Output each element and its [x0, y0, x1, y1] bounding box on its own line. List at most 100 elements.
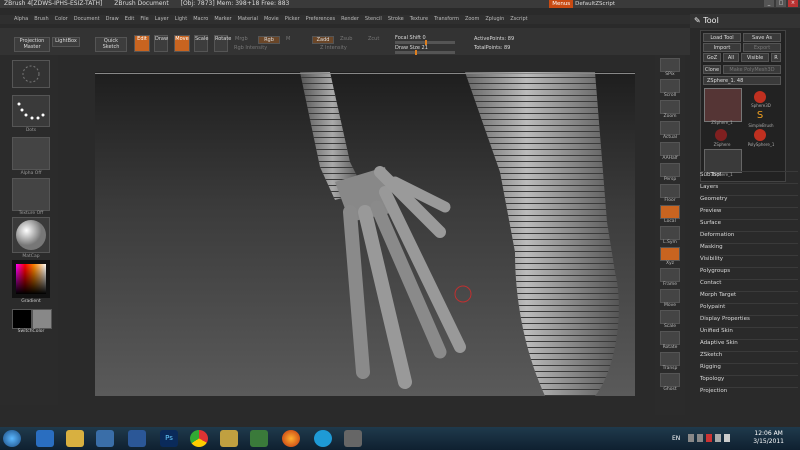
frame-button[interactable]: [660, 268, 680, 282]
export-button[interactable]: Export: [743, 43, 781, 52]
zbrush-icon[interactable]: [344, 430, 362, 447]
focal-shift-slider[interactable]: [395, 40, 455, 45]
ghost-button[interactable]: [660, 373, 680, 387]
menu-picker[interactable]: Picker: [285, 15, 300, 24]
tool-menu-adaptive-skin[interactable]: Adaptive Skin: [700, 339, 798, 346]
tool-menu-preview[interactable]: Preview: [700, 207, 798, 214]
menu-zplugin[interactable]: Zplugin: [485, 15, 504, 24]
menu-zscript[interactable]: Zscript: [510, 15, 527, 24]
menu-draw[interactable]: Draw: [106, 15, 119, 24]
texture-selector[interactable]: [12, 178, 50, 211]
tool-menu-geometry[interactable]: Geometry: [700, 195, 798, 202]
menu-zoom[interactable]: Zoom: [465, 15, 479, 24]
skype-icon[interactable]: [314, 430, 332, 447]
menu-movie[interactable]: Movie: [264, 15, 279, 24]
rgb-intensity-label[interactable]: Rgb Intensity: [234, 45, 267, 51]
menu-preferences[interactable]: Preferences: [306, 15, 335, 24]
minimize-button[interactable]: _: [764, 0, 774, 7]
menu-brush[interactable]: Brush: [34, 15, 48, 24]
rotate-button[interactable]: [660, 331, 680, 345]
tool-menu-unified-skin[interactable]: Unified Skin: [700, 327, 798, 334]
menu-render[interactable]: Render: [341, 15, 359, 24]
draw-button[interactable]: Draw: [154, 35, 168, 52]
projection-master-button[interactable]: Projection Master: [14, 37, 50, 52]
load-tool-button[interactable]: Load Tool: [703, 33, 741, 42]
internet-explorer-icon[interactable]: [36, 430, 54, 447]
rgb-toggle[interactable]: Rgb: [258, 36, 280, 44]
tool-thumb-zsphere-current[interactable]: [704, 88, 742, 122]
actual-button[interactable]: [660, 121, 680, 135]
file-explorer-icon[interactable]: [66, 430, 84, 447]
firefox-icon[interactable]: [282, 430, 300, 447]
current-tool-slider[interactable]: ZSphere_1. 48: [703, 76, 781, 85]
default-zscript-button[interactable]: DefaultZScript: [575, 0, 615, 8]
color-picker[interactable]: [12, 260, 50, 298]
scale-button[interactable]: [660, 310, 680, 324]
volume-icon[interactable]: [724, 434, 730, 442]
zadd-toggle[interactable]: Zadd: [312, 36, 334, 44]
menu-stencil[interactable]: Stencil: [365, 15, 382, 24]
main-color-swatch[interactable]: [12, 309, 32, 329]
tool-menu-morph-target[interactable]: Morph Target: [700, 291, 798, 298]
menu-marker[interactable]: Marker: [214, 15, 231, 24]
menu-file[interactable]: File: [140, 15, 148, 24]
goz-r-button[interactable]: R: [771, 53, 781, 62]
menu-light[interactable]: Light: [175, 15, 187, 24]
tray-alert-icon[interactable]: [706, 434, 712, 442]
menu-texture[interactable]: Texture: [410, 15, 428, 24]
save-as-button[interactable]: Save As: [743, 33, 781, 42]
move-button[interactable]: Move: [174, 35, 190, 52]
aahalf-button[interactable]: [660, 142, 680, 156]
goz-visible-button[interactable]: Visible: [741, 53, 769, 62]
menu-macro[interactable]: Macro: [193, 15, 208, 24]
sphere3d-thumb-icon[interactable]: [754, 91, 766, 103]
menu-color[interactable]: Color: [55, 15, 68, 24]
goz-button[interactable]: GoZ: [703, 53, 721, 62]
tray-up-arrow-icon[interactable]: [688, 434, 694, 442]
draw-size-knob[interactable]: [415, 50, 417, 55]
maximize-button[interactable]: □: [776, 0, 786, 7]
move-button[interactable]: [660, 289, 680, 303]
xyz-button[interactable]: [660, 247, 680, 261]
alpha-selector[interactable]: [12, 137, 50, 170]
m-toggle[interactable]: M: [286, 36, 290, 42]
tool-menu-display-properties[interactable]: Display Properties: [700, 315, 798, 322]
import-button[interactable]: Import: [703, 43, 741, 52]
start-button-icon[interactable]: [3, 430, 21, 447]
word-icon[interactable]: [128, 430, 146, 447]
tool-menu-masking[interactable]: Masking: [700, 243, 798, 250]
simplebrush-thumb-icon[interactable]: S: [754, 111, 766, 121]
messenger-icon[interactable]: [220, 430, 238, 447]
zoom-button[interactable]: [660, 100, 680, 114]
edit-button[interactable]: Edit: [134, 35, 150, 52]
tool-menu-zsketch[interactable]: ZSketch: [700, 351, 798, 358]
menu-transform[interactable]: Transform: [434, 15, 459, 24]
network-icon[interactable]: [715, 434, 721, 442]
clone-button[interactable]: Clone: [703, 65, 721, 74]
calculator-icon[interactable]: [250, 430, 268, 447]
tool-menu-layers[interactable]: Layers: [700, 183, 798, 190]
tool-thumb-zsphere-1[interactable]: [704, 149, 742, 173]
menu-layer[interactable]: Layer: [155, 15, 169, 24]
menu-alpha[interactable]: Alpha: [14, 15, 28, 24]
tool-menu-polygroups[interactable]: Polygroups: [700, 267, 798, 274]
tray-app-icon[interactable]: [697, 434, 703, 442]
material-selector[interactable]: [12, 217, 50, 253]
mrgb-toggle[interactable]: Mrgb: [235, 36, 248, 42]
floor-button[interactable]: [660, 184, 680, 198]
chrome-icon[interactable]: [190, 430, 208, 447]
zcut-toggle[interactable]: Zcut: [368, 36, 379, 42]
tool-menu-polypaint[interactable]: Polypaint: [700, 303, 798, 310]
transp-button[interactable]: [660, 352, 680, 366]
menu-document[interactable]: Document: [74, 15, 100, 24]
brush-selector[interactable]: [12, 60, 50, 88]
draw-size-slider[interactable]: [395, 50, 455, 55]
scale-button[interactable]: Scale: [194, 35, 208, 52]
z-intensity-label[interactable]: Z Intensity: [320, 45, 347, 51]
switchcolor-button[interactable]: SwitchColor: [12, 329, 50, 334]
tool-menu-surface[interactable]: Surface: [700, 219, 798, 226]
rotate-button[interactable]: Rotate: [214, 35, 231, 52]
spix-button[interactable]: [660, 58, 680, 72]
stroke-selector[interactable]: [12, 95, 50, 127]
menu-stroke[interactable]: Stroke: [388, 15, 404, 24]
